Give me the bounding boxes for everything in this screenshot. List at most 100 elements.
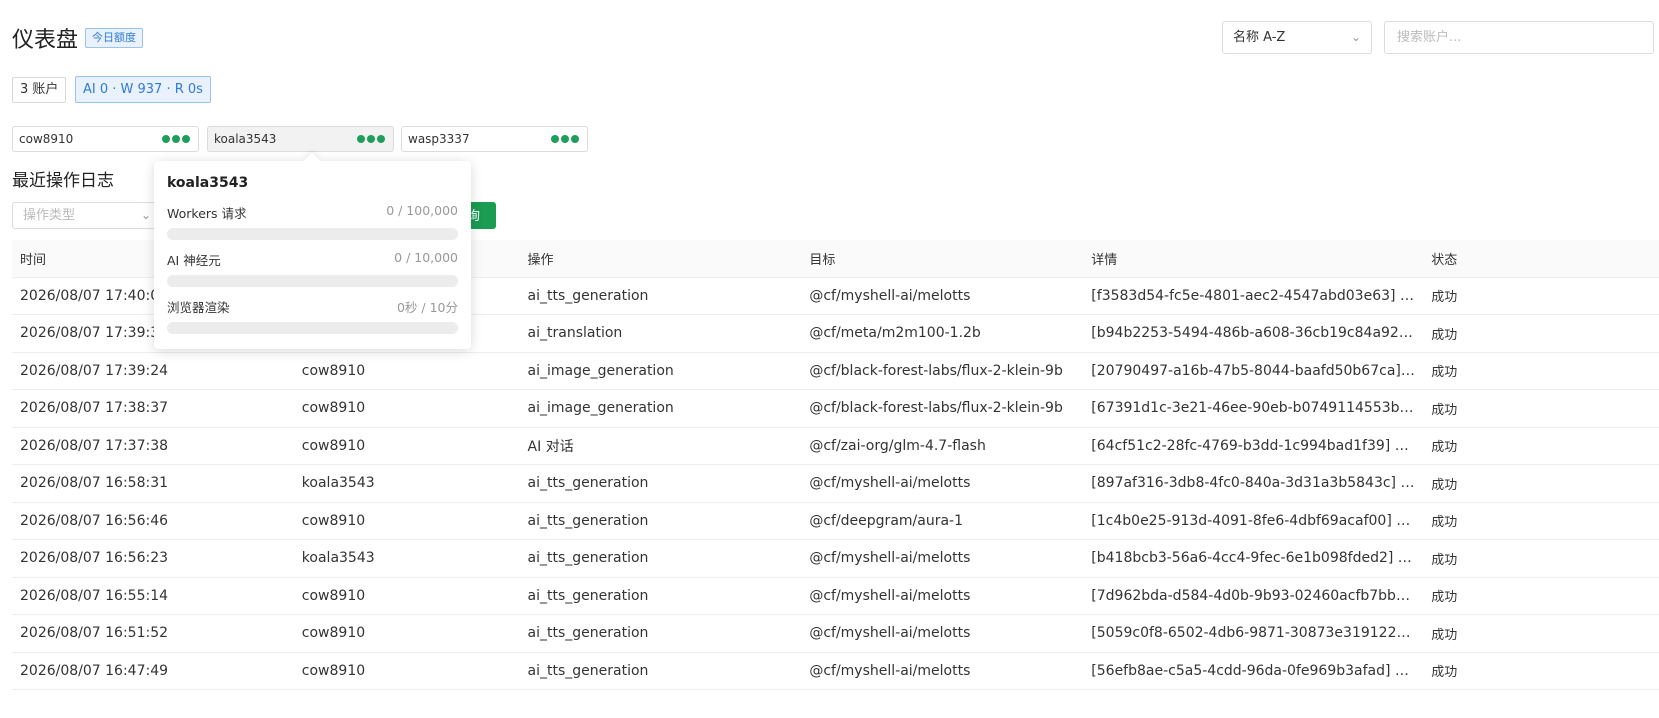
operation-cell: ai_tts_generation [519, 502, 802, 540]
quota-value: 0 / 10,000 [394, 250, 458, 265]
account-card-koala3543[interactable]: koala3543 [207, 126, 394, 152]
status-cell: 成功 [1423, 614, 1659, 653]
details-cell: [64cf51c2-28fc-4769-b3dd-1c994bad1f39] s… [1083, 427, 1424, 465]
chevron-down-icon: ⌄ [140, 208, 151, 222]
status-dot-icon [357, 135, 365, 143]
table-row[interactable]: 2026/08/07 16:56:46 cow8910 ai_tts_generat… [12, 502, 1659, 540]
status-dots [551, 135, 579, 143]
column-header-operation: 操作 [519, 240, 802, 278]
account-cell: cow8910 [293, 389, 520, 428]
target-cell: @cf/deepgram/aura-1 [801, 502, 1084, 540]
time-cell: 2026/08/07 16:51:52 [12, 614, 294, 653]
details-cell: [5059c0f8-6502-4db6-9871-30873e319122] c… [1083, 614, 1424, 653]
target-cell: @cf/myshell-ai/melotts [801, 464, 1084, 503]
details-cell: [b418bcb3-56a6-4cc4-9fec-6e1b098fded2] c… [1083, 539, 1424, 578]
status-cell: 成功 [1423, 652, 1659, 690]
details-cell: [67391d1c-3e21-46ee-90eb-b0749114553b] t… [1083, 389, 1424, 428]
quota-row-workers: Workers 请求 0 / 100,000 [167, 203, 458, 240]
account-cell: koala3543 [293, 539, 520, 578]
column-header-status: 状态 [1423, 240, 1659, 278]
quota-progress-bar [167, 322, 458, 334]
operation-cell: ai_tts_generation [519, 464, 802, 503]
status-dots [162, 135, 190, 143]
operation-type-placeholder: 操作类型 [23, 208, 76, 223]
status-dot-icon [377, 135, 385, 143]
table-row[interactable]: 2026/08/07 16:47:49 cow8910 ai_tts_generat… [12, 652, 1659, 690]
account-cell: cow8910 [293, 502, 520, 540]
log-section-title: 最近操作日志 [12, 171, 114, 191]
column-header-target: 目标 [801, 240, 1084, 278]
table-row[interactable]: 2026/08/07 17:37:38 cow8910 AI 对话 @cf/zai-o… [12, 427, 1659, 465]
account-card-cow8910[interactable]: cow8910 [12, 126, 199, 152]
status-cell: 成功 [1423, 539, 1659, 578]
popover-arrow [303, 152, 321, 170]
target-cell: @cf/myshell-ai/melotts [801, 277, 1084, 315]
account-cell: cow8910 [293, 577, 520, 615]
status-cell: 成功 [1423, 502, 1659, 540]
details-cell: [56efb8ae-c5a5-4cdd-96da-0fe969b3afad] c… [1083, 652, 1424, 690]
account-quota-popover: koala3543 Workers 请求 0 / 100,000 AI 神经元 … [154, 152, 471, 349]
popover-title: koala3543 [167, 175, 249, 191]
table-row[interactable]: 2026/08/07 16:51:52 cow8910 ai_tts_generat… [12, 614, 1659, 653]
time-cell: 2026/08/07 16:47:49 [12, 652, 294, 690]
status-dot-icon [571, 135, 579, 143]
table-row[interactable]: 2026/08/07 17:39:24 cow8910 ai_image_gener… [12, 352, 1659, 390]
account-card-name: koala3543 [214, 132, 277, 146]
status-cell: 成功 [1423, 277, 1659, 315]
operation-cell: ai_tts_generation [519, 539, 802, 578]
chevron-down-icon: ⌄ [1350, 30, 1361, 44]
search-account-input[interactable] [1384, 21, 1654, 54]
usage-summary-badge: AI 0 · W 937 · R 0s [75, 76, 211, 103]
quota-progress-bar [167, 228, 458, 240]
quota-label: Workers 请求 [167, 206, 247, 221]
operation-cell: ai_tts_generation [519, 577, 802, 615]
status-cell: 成功 [1423, 352, 1659, 390]
time-cell: 2026/08/07 16:56:23 [12, 539, 294, 578]
status-dot-icon [172, 135, 180, 143]
details-cell: [7d962bda-d584-4d0b-9b93-02460acfb7bb] c… [1083, 577, 1424, 615]
account-cell: cow8910 [293, 614, 520, 653]
time-cell: 2026/08/07 17:38:37 [12, 389, 294, 428]
time-cell: 2026/08/07 16:56:46 [12, 502, 294, 540]
details-cell: [20790497-a16b-47b5-8044-baafd50b67ca] t… [1083, 352, 1424, 390]
quota-label: 浏览器渲染 [167, 300, 230, 315]
page-title: 仪表盘 [12, 28, 79, 53]
today-quota-badge[interactable]: 今日额度 [85, 28, 143, 48]
quota-row-browser-render: 浏览器渲染 0秒 / 10分 [167, 297, 458, 334]
account-card-name: cow8910 [19, 132, 74, 146]
account-count-badge: 3 账户 [12, 77, 67, 103]
account-card-wasp3337[interactable]: wasp3337 [401, 126, 588, 152]
account-cell: koala3543 [293, 464, 520, 503]
table-row[interactable]: 2026/08/07 16:55:14 cow8910 ai_tts_generat… [12, 577, 1659, 615]
table-row[interactable]: 2026/08/07 16:58:31 koala3543 ai_tts_gener… [12, 464, 1659, 503]
status-dot-icon [561, 135, 569, 143]
column-header-details: 详情 [1083, 240, 1424, 278]
account-cell: cow8910 [293, 352, 520, 390]
status-dots [357, 135, 385, 143]
table-row[interactable]: 2026/08/07 17:38:37 cow8910 ai_image_gener… [12, 389, 1659, 428]
target-cell: @cf/myshell-ai/melotts [801, 577, 1084, 615]
sort-select[interactable]: 名称 A-Z ⌄ [1222, 21, 1372, 54]
target-cell: @cf/myshell-ai/melotts [801, 614, 1084, 653]
status-dot-icon [182, 135, 190, 143]
status-cell: 成功 [1423, 389, 1659, 428]
status-cell: 成功 [1423, 464, 1659, 503]
account-cell: cow8910 [293, 652, 520, 690]
table-row[interactable]: 2026/08/07 16:56:23 koala3543 ai_tts_gener… [12, 539, 1659, 578]
target-cell: @cf/black-forest-labs/flux-2-klein-9b [801, 352, 1084, 390]
target-cell: @cf/myshell-ai/melotts [801, 652, 1084, 690]
quota-row-ai-neurons: AI 神经元 0 / 10,000 [167, 250, 458, 287]
operation-cell: ai_tts_generation [519, 652, 802, 690]
status-cell: 成功 [1423, 314, 1659, 353]
status-dot-icon [162, 135, 170, 143]
details-cell: [b94b2253-5494-486b-a608-36cb19c84a92] c… [1083, 314, 1424, 353]
target-cell: @cf/meta/m2m100-1.2b [801, 314, 1084, 353]
details-cell: [1c4b0e25-913d-4091-8fe6-4dbf69acaf00] c… [1083, 502, 1424, 540]
time-cell: 2026/08/07 17:37:38 [12, 427, 294, 465]
time-cell: 2026/08/07 17:39:24 [12, 352, 294, 390]
account-cell: cow8910 [293, 427, 520, 465]
operation-type-select[interactable]: 操作类型 ⌄ [12, 202, 162, 229]
operation-cell: AI 对话 [519, 427, 802, 465]
operation-cell: ai_tts_generation [519, 277, 802, 315]
quota-value: 0 / 100,000 [386, 203, 458, 218]
